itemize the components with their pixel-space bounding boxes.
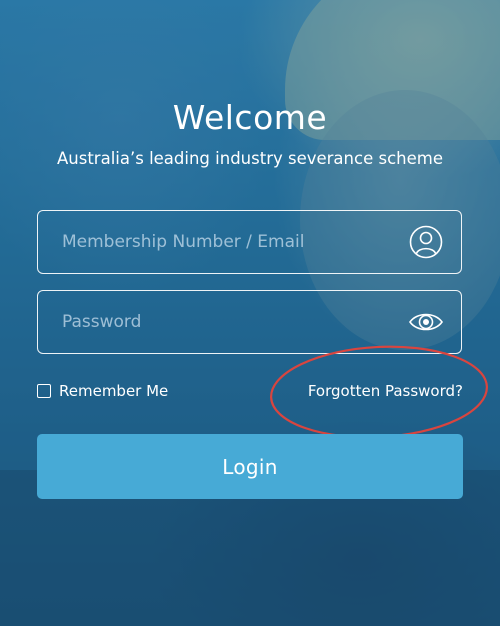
user-icon [408,225,444,259]
password-field[interactable] [37,290,462,354]
welcome-title: Welcome [172,98,328,137]
eye-icon[interactable] [408,305,444,339]
password-input[interactable] [62,291,392,352]
login-button[interactable]: Login [37,434,463,499]
remember-me-checkbox[interactable] [37,384,51,398]
welcome-subtitle: Australia’s leading industry severance s… [57,149,443,168]
membership-field[interactable] [37,210,462,274]
remember-me[interactable]: Remember Me [37,380,168,402]
forgot-password-link[interactable]: Forgotten Password? [308,380,463,402]
membership-input[interactable] [62,211,392,272]
remember-me-label: Remember Me [59,382,169,400]
